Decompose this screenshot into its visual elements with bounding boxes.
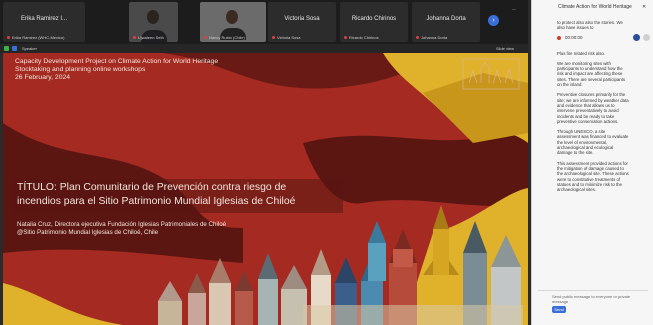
slide-author: Natalia Cruz, Directora ejecutiva Fundac… xyxy=(17,221,227,236)
participant-label: Ujwaleen Seth xyxy=(138,35,164,40)
person-head xyxy=(147,10,159,24)
stop-recording-button[interactable] xyxy=(633,34,640,41)
participant-label: Victoria Sosa xyxy=(277,35,301,40)
shared-slide: Capacity Development Project on Climate … xyxy=(3,53,528,325)
pause-button[interactable] xyxy=(643,34,650,41)
mic-muted-icon xyxy=(133,36,136,40)
mic-muted-icon xyxy=(7,36,10,40)
chat-panel: Climate Action for World Heritage ✕ 00:0… xyxy=(531,0,653,325)
participant-label: Johanna Dorta xyxy=(421,35,448,40)
participant-tile[interactable]: Johanna Dorta Johanna Dorta xyxy=(412,2,480,42)
next-participants-button[interactable]: › xyxy=(488,15,499,26)
chat-message: to protect also also the stories. We als… xyxy=(557,20,623,31)
security-shield-icon[interactable] xyxy=(4,46,9,51)
chat-message: Through UNESCO, a site assessment was fi… xyxy=(557,129,629,156)
chat-header: Climate Action for World Heritage ✕ xyxy=(532,4,653,14)
close-strip-icon[interactable]: — xyxy=(512,6,516,11)
close-icon[interactable]: ✕ xyxy=(642,4,646,10)
participant-label: Erika Ramirez (WHC-Mexico) xyxy=(12,35,65,40)
speaker-view-label[interactable]: Speaker xyxy=(22,46,37,51)
divider xyxy=(538,290,648,291)
participant-label: Ricardo Chirinos xyxy=(349,35,379,40)
participant-name: Erika Ramirez I... xyxy=(20,16,67,22)
participant-name: Victoria Sosa xyxy=(284,16,320,22)
info-icon[interactable] xyxy=(12,46,17,51)
chat-message: We are monitoring sites with participant… xyxy=(557,60,625,88)
slide-header: Capacity Development Project on Climate … xyxy=(15,58,219,82)
chat-input[interactable]: Send public message to everyone or priva… xyxy=(552,294,644,304)
chat-messages: to protect also also the stories. We als… xyxy=(557,20,629,197)
participant-strip: Erika Ramirez I... Erika Ramirez (WHC-Me… xyxy=(0,0,528,44)
participant-video[interactable]: Ujwaleen Seth xyxy=(129,2,178,42)
recording-bar: 00:00:00 xyxy=(557,34,652,44)
record-dot-icon xyxy=(557,36,561,40)
recording-timer: 00:00:00 xyxy=(565,35,583,40)
slide-title: TÍTULO: Plan Comunitario de Prevención c… xyxy=(17,182,296,207)
send-button[interactable]: Send xyxy=(552,306,566,313)
participant-tile[interactable]: Erika Ramirez I... Erika Ramirez (WHC-Me… xyxy=(3,2,85,42)
mic-muted-icon xyxy=(416,36,419,40)
participant-label: Nancy Rubio (Chile) xyxy=(209,35,245,40)
view-toolbar: Speaker Slide view xyxy=(0,44,528,53)
participant-video[interactable]: Nancy Rubio (Chile) xyxy=(200,2,266,42)
participant-tile[interactable]: Ricardo Chirinos Ricardo Chirinos xyxy=(340,2,408,42)
participant-tile[interactable]: Victoria Sosa Victoria Sosa xyxy=(268,2,336,42)
participant-name: Ricardo Chirinos xyxy=(351,16,397,22)
chat-message: This assessment provided actions for the… xyxy=(557,160,629,193)
chat-message: Preventive closures primarily for the si… xyxy=(557,92,629,124)
participant-name: Johanna Dorta xyxy=(426,16,466,22)
chat-message: Plus fire related risk also. xyxy=(557,50,606,56)
meeting-window: Erika Ramirez I... Erika Ramirez (WHC-Me… xyxy=(0,0,653,325)
chat-title: Climate Action for World Heritage xyxy=(558,4,632,10)
mic-muted-icon xyxy=(204,36,207,40)
mic-muted-icon xyxy=(272,36,275,40)
person-head xyxy=(226,10,238,24)
mic-muted-icon xyxy=(344,36,347,40)
view-button[interactable]: Slide view xyxy=(496,46,514,51)
